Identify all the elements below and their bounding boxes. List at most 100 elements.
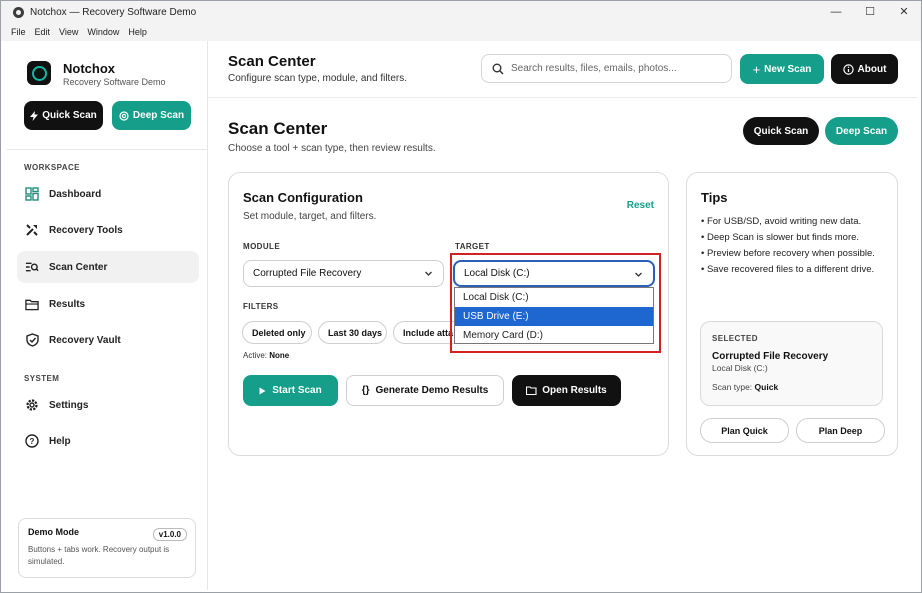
demo-mode-text: Buttons + tabs work. Recovery output is …: [28, 545, 170, 566]
header-subtitle: Configure scan type, module, and filters…: [228, 73, 407, 84]
version-badge: v1.0.0: [152, 528, 187, 541]
new-scan-label: New Scan: [764, 63, 812, 75]
title-bar: Notchox — Recovery Software Demo — ☐ ✕: [1, 1, 921, 23]
gear-icon: [25, 398, 39, 412]
menu-help[interactable]: Help: [128, 27, 147, 37]
sidebar-item-help[interactable]: ? Help: [17, 425, 199, 457]
filter-last-30-days[interactable]: Last 30 days: [318, 321, 387, 344]
menu-file[interactable]: File: [11, 27, 26, 37]
menu-edit[interactable]: Edit: [35, 27, 51, 37]
code-icon: {}: [361, 385, 370, 396]
module-select[interactable]: Corrupted File Recovery: [243, 260, 444, 287]
search-input[interactable]: Search results, files, emails, photos...: [481, 54, 732, 83]
close-button[interactable]: ✕: [887, 1, 921, 23]
sidebar-item-label: Results: [49, 298, 86, 310]
tools-icon: [25, 223, 39, 237]
sidebar-item-recovery-tools[interactable]: Recovery Tools: [17, 214, 199, 246]
target-option-usb-drive[interactable]: USB Drive (E:): [455, 307, 653, 326]
plan-quick-button[interactable]: Plan Quick: [700, 418, 789, 443]
window-controls: — ☐ ✕: [819, 1, 921, 23]
help-icon: ?: [25, 434, 39, 448]
selected-label: SELECTED: [712, 334, 758, 343]
search-icon: [492, 63, 504, 75]
plan-deep-button[interactable]: Plan Deep: [796, 418, 885, 443]
sidebar-deep-scan-label: Deep Scan: [132, 110, 185, 121]
active-filters-value: None: [269, 351, 290, 360]
open-results-label: Open Results: [542, 385, 607, 396]
filter-deleted-only[interactable]: Deleted only: [242, 321, 312, 344]
module-label: MODULE: [243, 242, 281, 251]
notchox-logo-icon: [27, 61, 51, 85]
target-option-local-disk[interactable]: Local Disk (C:): [455, 288, 653, 307]
header-title: Scan Center: [228, 53, 316, 70]
shield-icon: [25, 333, 39, 347]
tips-title: Tips: [701, 190, 728, 205]
system-section-label: SYSTEM: [24, 374, 60, 383]
scan-center-icon: [25, 260, 39, 274]
sidebar-quick-scan-button[interactable]: Quick Scan: [24, 101, 103, 130]
tip-item: • Preview before recovery when possible.: [701, 248, 875, 259]
reset-link[interactable]: Reset: [627, 200, 654, 211]
app-icon: [13, 6, 24, 18]
sidebar-item-results[interactable]: Results: [17, 288, 199, 320]
sidebar-item-label: Recovery Tools: [49, 224, 123, 236]
generate-demo-results-button[interactable]: {} Generate Demo Results: [346, 375, 504, 406]
sidebar-item-label: Dashboard: [49, 188, 102, 200]
page-subtitle: Choose a tool + scan type, then review r…: [228, 143, 436, 154]
tips-list: • For USB/SD, avoid writing new data. • …: [701, 214, 891, 278]
target-option-memory-card[interactable]: Memory Card (D:): [455, 326, 653, 345]
demo-mode-card: Demo Mode v1.0.0 Buttons + tabs work. Re…: [18, 518, 196, 578]
sidebar-item-settings[interactable]: Settings: [17, 389, 199, 421]
scan-configuration-subtitle: Set module, target, and filters.: [243, 211, 377, 222]
info-icon: [842, 63, 854, 75]
bolt-icon: [30, 110, 39, 121]
chevron-down-icon: [425, 271, 432, 276]
about-button[interactable]: About: [831, 54, 898, 84]
open-results-button[interactable]: Open Results: [512, 375, 621, 406]
chevron-down-icon: [635, 272, 642, 277]
folder-icon: [25, 297, 39, 311]
play-icon: [259, 387, 266, 394]
quick-scan-button[interactable]: Quick Scan: [743, 117, 819, 145]
dashboard-icon: [25, 187, 39, 201]
about-label: About: [857, 63, 887, 75]
sidebar-deep-scan-button[interactable]: Deep Scan: [112, 101, 191, 130]
generate-demo-results-label: Generate Demo Results: [375, 385, 489, 396]
menu-bar: File Edit View Window Help: [1, 23, 921, 41]
sidebar-item-label: Scan Center: [49, 261, 108, 273]
module-value: Corrupted File Recovery: [253, 268, 362, 279]
sidebar-item-label: Help: [49, 435, 71, 447]
selected-scan-type: Scan type: Quick: [712, 382, 871, 392]
start-scan-button[interactable]: Start Scan: [243, 375, 338, 406]
tips-card: Tips • For USB/SD, avoid writing new dat…: [686, 172, 898, 456]
target-value: Local Disk (C:): [464, 268, 530, 279]
scan-type-label: Scan type:: [712, 382, 753, 392]
new-scan-button[interactable]: + New Scan: [740, 54, 824, 84]
sidebar-item-label: Settings: [49, 399, 89, 411]
app-content: Notchox Recovery Software Demo Quick Sca…: [7, 41, 917, 590]
deep-scan-button[interactable]: Deep Scan: [825, 117, 898, 145]
maximize-button[interactable]: ☐: [853, 1, 887, 23]
sidebar-scan-buttons: Quick Scan Deep Scan: [24, 101, 191, 130]
window-title: Notchox — Recovery Software Demo: [30, 6, 197, 18]
sidebar-item-label: Recovery Vault: [49, 334, 121, 346]
sidebar-item-recovery-vault[interactable]: Recovery Vault: [17, 324, 199, 356]
start-scan-label: Start Scan: [272, 385, 322, 396]
brand-subtitle: Recovery Software Demo: [63, 77, 166, 87]
tip-item: • Deep Scan is slower but finds more.: [701, 232, 860, 243]
selected-target: Local Disk (C:): [712, 363, 768, 373]
app-window: Notchox — Recovery Software Demo — ☐ ✕ F…: [0, 0, 922, 593]
menu-window[interactable]: Window: [87, 27, 119, 37]
active-filters-label: Active:: [243, 351, 268, 360]
sidebar-divider: [7, 149, 207, 150]
plus-icon: +: [752, 61, 761, 77]
target-select[interactable]: Local Disk (C:): [453, 260, 655, 287]
page-title: Scan Center: [228, 119, 328, 138]
sidebar-item-dashboard[interactable]: Dashboard: [17, 178, 199, 210]
menu-view[interactable]: View: [59, 27, 78, 37]
target-icon: [119, 110, 129, 121]
main-area: Scan Center Configure scan type, module,…: [208, 41, 917, 590]
minimize-button[interactable]: —: [819, 1, 853, 23]
tip-item: • Save recovered files to a different dr…: [701, 264, 875, 275]
sidebar-item-scan-center[interactable]: Scan Center: [17, 251, 199, 283]
